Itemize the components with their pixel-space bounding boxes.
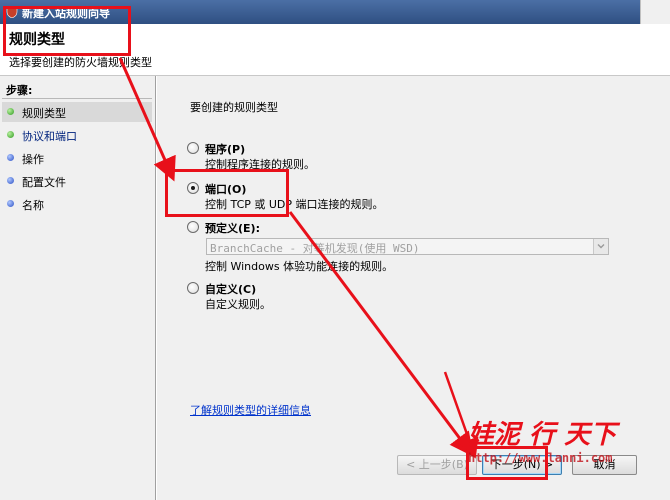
option-description: 自定义规则。 — [205, 298, 271, 311]
learn-more-link[interactable]: 了解规则类型的详细信息 — [190, 402, 311, 418]
chevron-down-icon — [597, 244, 605, 249]
rule-type-question: 要创建的规则类型 — [190, 101, 278, 114]
predefined-rule-select[interactable]: BranchCache - 对等机发现(使用 WSD) — [206, 238, 609, 255]
program-radio[interactable] — [187, 142, 199, 154]
predefined-radio[interactable] — [187, 221, 199, 233]
option-description: 控制 Windows 体验功能连接的规则。 — [205, 260, 394, 273]
option-label: 自定义(C) — [205, 283, 257, 296]
annotation-highlight-port — [165, 169, 289, 217]
sidebar-item-action: 操作 — [2, 148, 152, 168]
steps-sidebar: 步骤: 规则类型 协议和端口 操作 配置文件 名称 — [0, 76, 156, 500]
sidebar-item-label: 规则类型 — [22, 107, 66, 120]
custom-radio[interactable] — [187, 282, 199, 294]
step-status-blue-dot-icon — [7, 154, 14, 161]
predefined-select-value: BranchCache - 对等机发现(使用 WSD) — [210, 242, 420, 255]
page-subtitle: 选择要创建的防火墙规则类型 — [9, 56, 152, 69]
step-status-blue-dot-icon — [7, 177, 14, 184]
title-bar-controls[interactable] — [640, 0, 670, 24]
sidebar-item-label: 协议和端口 — [22, 130, 77, 143]
sidebar-item-name: 名称 — [2, 194, 152, 214]
watermark-url: http://www.lanni.com — [468, 451, 613, 465]
step-status-blue-dot-icon — [7, 200, 14, 207]
sidebar-item-profile: 配置文件 — [2, 171, 152, 191]
option-predefined[interactable]: 预定义(E): — [187, 219, 647, 237]
sidebar-item-rule-type[interactable]: 规则类型 — [2, 102, 152, 122]
step-status-green-dot-icon — [7, 108, 14, 115]
steps-heading: 步骤: — [6, 84, 33, 97]
sidebar-item-protocol-ports[interactable]: 协议和端口 — [2, 125, 152, 145]
step-status-green-dot-icon — [7, 131, 14, 138]
sidebar-item-label: 操作 — [22, 153, 44, 166]
sidebar-item-label: 名称 — [22, 199, 44, 212]
steps-divider — [2, 98, 152, 99]
option-custom[interactable]: 自定义(C) 自定义规则。 — [187, 280, 647, 312]
annotation-highlight-title — [3, 6, 131, 56]
option-label: 预定义(E): — [205, 222, 260, 235]
watermark-text: 娃泥 行 天下 — [468, 420, 617, 450]
option-label: 程序(P) — [205, 143, 246, 156]
watermark: 娃泥 行 天下 http://www.lanni.com — [468, 414, 616, 465]
back-button[interactable]: < 上一步(B) — [397, 455, 477, 475]
sidebar-item-label: 配置文件 — [22, 176, 66, 189]
option-program[interactable]: 程序(P) 控制程序连接的规则。 — [187, 140, 647, 172]
dropdown-button[interactable] — [593, 239, 608, 254]
